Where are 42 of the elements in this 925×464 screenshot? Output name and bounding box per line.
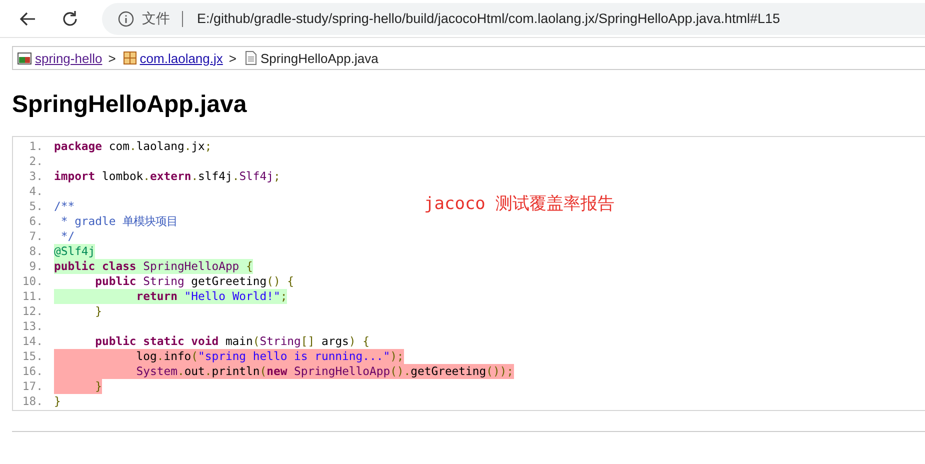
line-number: 12. xyxy=(21,304,44,319)
line-number: 6. xyxy=(28,214,44,229)
code-line: } xyxy=(54,394,61,409)
code-line: } xyxy=(94,304,102,319)
breadcrumb-separator: > xyxy=(228,50,236,66)
line-number: 5. xyxy=(28,199,44,214)
code-line: public static void main(String[] args) { xyxy=(94,334,370,349)
breadcrumb-current: SpringHelloApp.java xyxy=(260,50,378,66)
url-text: E:/github/gradle-study/spring-hello/build/jacocoHtml/com.laolang.jx/SpringHelloApp.java.html#L15 xyxy=(197,11,780,26)
line-number: 9. xyxy=(28,259,44,274)
code-line: /** xyxy=(54,199,75,214)
breadcrumb-separator: > xyxy=(108,50,116,66)
folder-icon xyxy=(17,50,33,66)
line-number: 15. xyxy=(21,349,44,364)
line-number: 18. xyxy=(21,394,44,409)
file-icon xyxy=(242,50,258,66)
line-number: 4. xyxy=(28,184,44,199)
address-bar[interactable]: 文件 E:/github/gradle-study/spring-hello/build/jacocoHtml/com.laolang.jx/SpringHelloApp.java.html#L15 xyxy=(102,2,925,34)
info-icon[interactable] xyxy=(118,10,134,26)
line-number: 16. xyxy=(21,364,44,379)
breadcrumb-link[interactable]: com.laolang.jx xyxy=(140,50,223,66)
line-number: 3. xyxy=(28,169,44,184)
line-number: 10. xyxy=(21,274,44,289)
code-line: package com.laolang.jx; xyxy=(54,139,212,154)
line-number: 11. xyxy=(21,289,44,304)
line-number: 13. xyxy=(21,319,44,334)
code-line: */ xyxy=(60,229,75,244)
line-number: 1. xyxy=(28,139,44,154)
line-number: 7. xyxy=(28,229,44,244)
line-number: 17. xyxy=(21,379,44,394)
code-line: * gradle 单模块项目 xyxy=(60,214,178,229)
code-line: import lombok.extern.slf4j.Slf4j; xyxy=(54,169,280,184)
annotation-text: jacoco 测试覆盖率报告 xyxy=(424,193,615,215)
line-number: 8. xyxy=(28,244,44,259)
scheme-label: 文件 xyxy=(142,10,170,28)
reload-icon[interactable] xyxy=(60,8,80,28)
page-title: SpringHelloApp.java xyxy=(12,90,248,120)
package-icon xyxy=(122,50,138,66)
code-line: public String getGreeting() { xyxy=(94,274,294,289)
breadcrumb-link[interactable]: spring-hello xyxy=(35,50,102,66)
line-number: 14. xyxy=(21,334,44,349)
line-number: 2. xyxy=(28,154,44,169)
